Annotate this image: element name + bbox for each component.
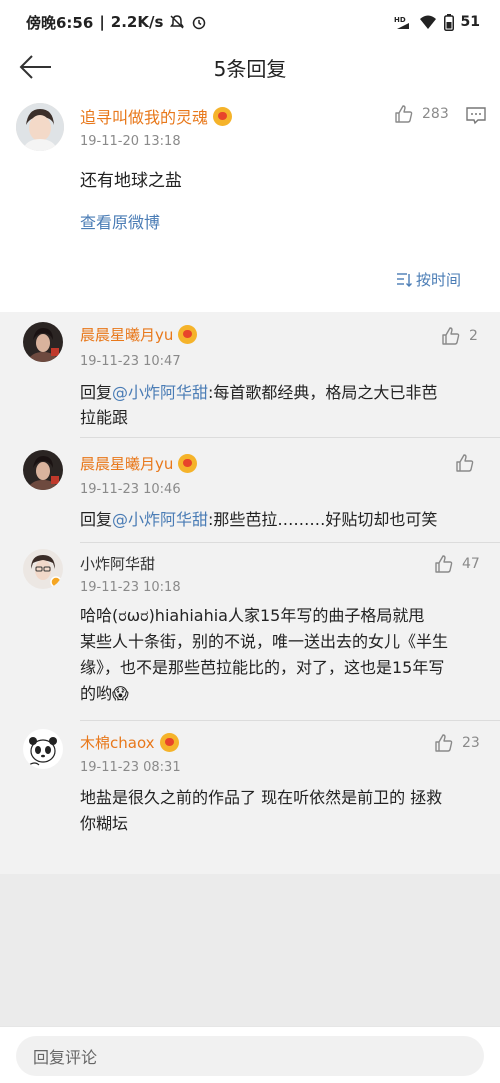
comment-line: 回复@小炸阿华甜:每首歌都经典，格局之大已非芭 [80,380,437,405]
main-comment: 追寻叫做我的灵魂 19-11-20 13:18 283 还有地球之盐 查看原微博… [0,90,500,312]
comment-text: 还有地球之盐 [80,171,182,191]
comment-text: 回复@小炸阿华甜:那些芭拉………好贴切却也可笑 [80,507,437,532]
alarm-icon [191,14,207,30]
status-bar-right: HD 51 [394,13,480,31]
thumbs-up-icon [435,555,453,573]
like-button[interactable]: 47 [434,554,480,574]
comment-line: 的哟😱 [80,684,129,703]
like-button[interactable]: 23 [434,733,480,753]
reply-icon-button[interactable] [466,107,486,129]
comment-text: 哈哈(ರωರ)hiahiahia人家15年写的曲子格局就甩 某些人十条街，别的不… [80,603,448,707]
comment-time: 19-11-23 08:31 [80,760,181,775]
reply-input[interactable]: 回复评论 [16,1036,484,1076]
mention-link[interactable]: @小炸阿华甜 [112,510,208,529]
username[interactable]: 晨晨星曦月yu [80,453,198,474]
vip-badge-icon [178,454,198,473]
thumbs-up-icon [395,105,413,123]
comment-text: 回复@小炸阿华甜:每首歌都经典，格局之大已非芭 拉能跟 [80,380,437,430]
username[interactable]: 晨晨星曦月yu [80,324,198,345]
username-text: 小炸阿华甜 [80,555,156,573]
username[interactable]: 木棉chaox [80,732,179,753]
divider [80,720,500,721]
status-bar-left: 傍晚6:56 | 2.2K/s [26,12,394,33]
svg-text:HD: HD [394,16,406,24]
nav-bar: 5条回复 [0,44,500,90]
like-button[interactable]: 283 [394,104,449,124]
sort-icon [397,273,412,287]
comment-text-part: :每首歌都经典，格局之大已非芭 [208,383,438,402]
avatar[interactable] [16,103,64,151]
comment-line: 拉能跟 [80,408,129,427]
like-count: 2 [469,328,478,344]
thumbs-up-icon [456,454,474,472]
reply-prefix: 回复 [80,510,113,529]
divider [80,542,500,543]
mute-icon [169,14,185,30]
comment-time: 19-11-23 10:18 [80,580,181,595]
replies-list: 晨晨星曦月yu 19-11-23 10:47 2 回复@小炸阿华甜:每首歌都经典… [0,312,500,874]
comment-line: 地盐是很久之前的作品了 现在听依然是前卫的 拯救 [80,788,443,807]
comment-line: 某些人十条街，别的不说，唯一送出去的女儿《半生 [80,632,449,651]
battery-level: 51 [460,14,480,30]
status-time: 傍晚6:56 [26,13,94,32]
reply-prefix: 回复 [80,383,113,402]
hd-icon: HD [394,14,412,30]
like-count: 23 [462,735,480,751]
page-title: 5条回复 [213,56,287,81]
battery-icon [443,13,454,31]
username-text: 木棉chaox [80,734,155,752]
username-text: 晨晨星曦月yu [80,326,174,344]
comment-icon [466,107,486,125]
avatar[interactable] [23,729,63,769]
mention-link[interactable]: @小炸阿华甜 [112,383,208,402]
username[interactable]: 小炸阿华甜 [80,553,155,574]
sort-label: 按时间 [416,271,462,289]
comment-text: 地盐是很久之前的作品了 现在听依然是前卫的 拯救 你糊坛 [80,785,442,837]
divider [80,437,500,438]
status-separator: | [99,13,105,31]
vip-badge-icon [213,106,233,126]
vip-badge-icon [178,325,198,344]
vip-badge-icon [159,733,179,752]
bottom-bar: 回复评论 [0,1026,500,1083]
like-count: 283 [422,106,449,122]
avatar[interactable] [23,450,63,490]
thumbs-up-icon [442,327,460,345]
avatar[interactable] [23,322,63,362]
back-button[interactable] [16,48,56,86]
comment-line: 你糊坛 [80,814,129,833]
comment-line: 回复@小炸阿华甜:那些芭拉………好贴切却也可笑 [80,507,437,532]
status-bar: 傍晚6:56 | 2.2K/s HD 51 [0,0,500,44]
sort-button[interactable]: 按时间 [396,269,461,290]
empty-area [0,874,500,1026]
wifi-icon [419,14,437,30]
like-count: 47 [462,556,480,572]
comment-text-part: :那些芭拉………好贴切却也可笑 [208,510,438,529]
like-button[interactable] [455,453,483,473]
like-button[interactable]: 2 [441,326,478,346]
username-text: 晨晨星曦月yu [80,455,174,473]
comment-time: 19-11-20 13:18 [80,134,181,149]
thumbs-up-icon [435,734,453,752]
username-text: 追寻叫做我的灵魂 [80,108,209,127]
comment-line: 哈哈(ರωರ)hiahiahia人家15年写的曲子格局就甩 [80,606,425,625]
comment-time: 19-11-23 10:47 [80,354,181,369]
arrow-left-icon [19,55,51,79]
comment-line: 缘》，也不是那些芭拉能比的，对了，这也是15年写 [80,658,445,677]
comment-time: 19-11-23 10:46 [80,482,181,497]
avatar[interactable] [23,549,63,589]
username[interactable]: 追寻叫做我的灵魂 [80,104,233,128]
view-original-link[interactable]: 查看原微博 [80,209,160,233]
network-speed: 2.2K/s [110,13,164,31]
